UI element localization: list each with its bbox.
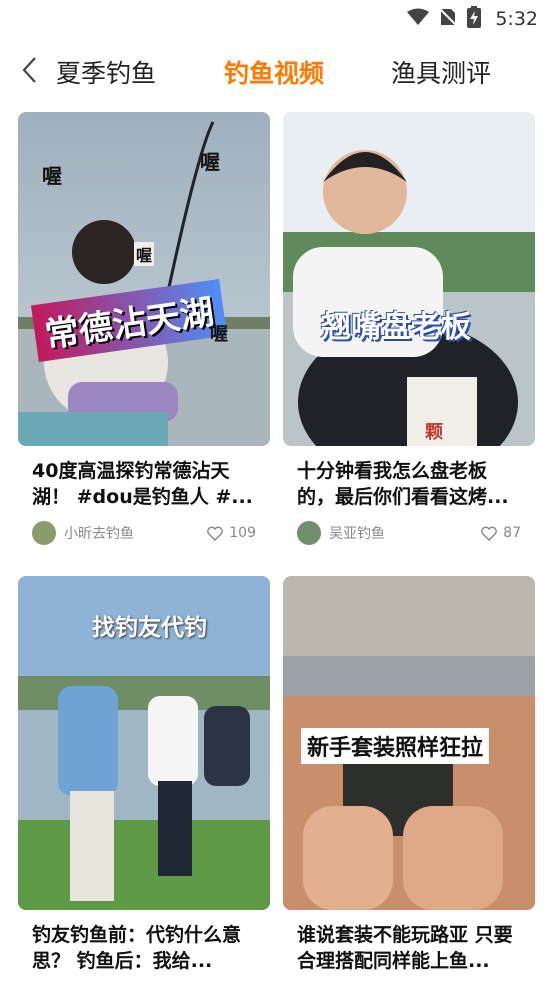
video-meta: 吴亚钓鱼 87 bbox=[297, 520, 521, 546]
cover-sticker: 颗 bbox=[425, 422, 443, 443]
like-count[interactable]: 87 bbox=[481, 525, 521, 541]
status-bar: 5:32 bbox=[0, 0, 552, 38]
cover-sticker: 喔 bbox=[200, 150, 220, 174]
video-thumbnail[interactable]: 找钓友代钓 bbox=[18, 576, 270, 910]
video-title[interactable]: 十分钟看我怎么盘老板的，最后你们看看这烤... bbox=[297, 458, 523, 510]
chevron-left-icon bbox=[22, 57, 36, 83]
tab-summer-fishing[interactable]: 夏季钓鱼 bbox=[56, 54, 156, 90]
status-time: 5:32 bbox=[495, 8, 538, 30]
cover-sticker: 喔 bbox=[42, 164, 62, 188]
author-name[interactable]: 吴亚钓鱼 bbox=[329, 523, 481, 543]
video-title[interactable]: 谁说套装不能玩路亚 只要合理搭配同样能上鱼... bbox=[297, 922, 523, 974]
video-title[interactable]: 钓友钓鱼前：代钓什么意思？ 钓鱼后：我给... bbox=[32, 922, 258, 974]
like-count[interactable]: 109 bbox=[207, 525, 256, 541]
no-sim-icon bbox=[438, 7, 459, 31]
category-tabs: 夏季钓鱼 钓鱼视频 渔具测评 bbox=[0, 48, 552, 94]
cover-sticker: 喔 bbox=[134, 242, 155, 266]
avatar[interactable] bbox=[32, 521, 56, 545]
video-card[interactable]: 常德沾天湖 喔 喔 喔 喔 40度高温探钓常德沾天湖！ #dou是钓鱼人 #..… bbox=[18, 112, 270, 552]
heart-icon bbox=[207, 526, 224, 541]
cover-title: 找钓友代钓 bbox=[92, 615, 207, 641]
video-card[interactable]: 新手套装照样狂拉 谁说套装不能玩路亚 只要合理搭配同样能上鱼... bbox=[283, 576, 535, 981]
wifi-icon bbox=[407, 8, 430, 30]
heart-icon bbox=[481, 526, 498, 541]
cover-title: 新手套装照样狂拉 bbox=[301, 728, 490, 764]
video-title[interactable]: 40度高温探钓常德沾天湖！ #dou是钓鱼人 #... bbox=[32, 458, 258, 510]
battery-charging-icon bbox=[467, 6, 482, 32]
video-meta: 小昕去钓鱼 109 bbox=[32, 520, 256, 546]
back-button[interactable] bbox=[14, 54, 46, 86]
avatar[interactable] bbox=[297, 521, 321, 545]
video-thumbnail[interactable]: 新手套装照样狂拉 bbox=[283, 576, 535, 910]
video-thumbnail[interactable]: 常德沾天湖 喔 喔 喔 喔 bbox=[18, 112, 270, 446]
cover-title: 翘嘴盘老板 bbox=[321, 310, 471, 345]
video-card[interactable]: 找钓友代钓 钓友钓鱼前：代钓什么意思？ 钓鱼后：我给... bbox=[18, 576, 270, 981]
video-thumbnail[interactable]: 翘嘴盘老板 颗 bbox=[283, 112, 535, 446]
like-count-value: 87 bbox=[503, 525, 521, 541]
tab-fishing-videos[interactable]: 钓鱼视频 bbox=[224, 54, 324, 90]
author-name[interactable]: 小昕去钓鱼 bbox=[64, 523, 207, 543]
tab-gear-reviews[interactable]: 渔具测评 bbox=[391, 54, 491, 90]
video-card[interactable]: 翘嘴盘老板 颗 十分钟看我怎么盘老板的，最后你们看看这烤... 吴亚钓鱼 87 bbox=[283, 112, 535, 552]
cover-sticker: 喔 bbox=[210, 324, 228, 345]
like-count-value: 109 bbox=[229, 525, 256, 541]
